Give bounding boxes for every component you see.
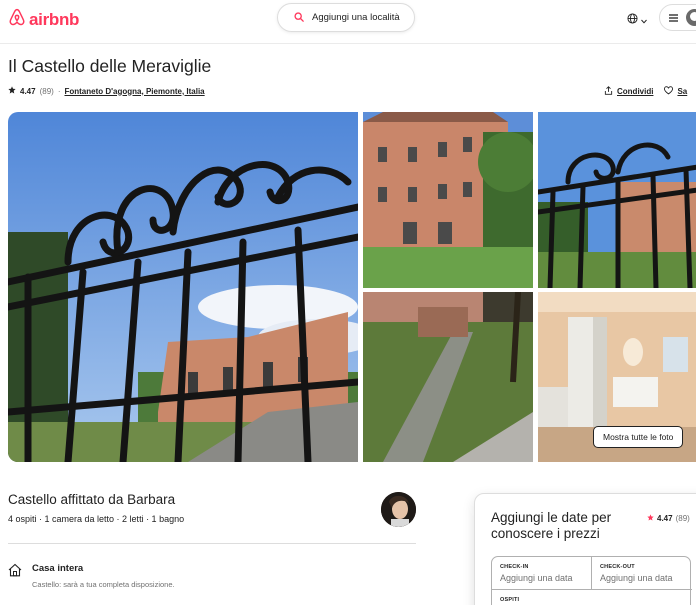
host-avatar[interactable] bbox=[381, 492, 416, 527]
booking-rating: 4.47 (89) bbox=[647, 514, 690, 523]
host-title: Castello affittato da Barbara bbox=[8, 492, 176, 507]
booking-reviews-count[interactable]: (89) bbox=[676, 514, 690, 523]
listing-actions: Condividi Sa bbox=[604, 86, 687, 97]
star-icon bbox=[647, 514, 654, 523]
airbnb-logo[interactable]: airbnb bbox=[8, 8, 79, 32]
save-button[interactable]: Sa bbox=[664, 86, 687, 97]
feature-description: Castello: sarà a tua completa disposizio… bbox=[32, 580, 175, 589]
booking-rating-value: 4.47 bbox=[657, 514, 673, 523]
checkout-field[interactable]: CHECK-OUT Aggiungi una data bbox=[592, 557, 692, 589]
photo-gate-detail[interactable] bbox=[538, 112, 696, 288]
user-menu-button[interactable] bbox=[659, 4, 696, 31]
separator: · bbox=[57, 86, 61, 96]
host-subtitle: 4 ospiti · 1 camera da letto · 2 letti ·… bbox=[8, 514, 185, 524]
guests-label: OSPITI bbox=[500, 597, 520, 603]
location-link[interactable]: Fontaneto D'agogna, Piemonte, Italia bbox=[64, 87, 204, 96]
listing-meta: 4.47 (89) · Fontaneto D'agogna, Piemonte… bbox=[8, 86, 205, 96]
share-label: Condividi bbox=[617, 87, 654, 96]
share-button[interactable]: Condividi bbox=[604, 86, 653, 97]
show-all-photos-button[interactable]: Mostra tutte le foto bbox=[593, 426, 684, 448]
booking-card: Aggiungi le date per conoscere i prezzi … bbox=[474, 493, 696, 605]
photo-gallery bbox=[8, 112, 696, 462]
search-label: Aggiungi una località bbox=[312, 12, 400, 23]
top-header: airbnb Aggiungi una località bbox=[0, 0, 696, 44]
photo-castle-facade[interactable] bbox=[363, 112, 533, 288]
feature-title: Casa intera bbox=[32, 563, 84, 574]
rating-value: 4.47 bbox=[20, 86, 36, 96]
reviews-count[interactable]: (89) bbox=[40, 87, 54, 96]
photo-main-gate[interactable] bbox=[8, 112, 358, 462]
listing-title: Il Castello delle Meraviglie bbox=[8, 56, 212, 76]
date-picker: CHECK-IN Aggiungi una data CHECK-OUT Agg… bbox=[491, 556, 692, 605]
hamburger-menu-icon bbox=[669, 9, 678, 27]
checkout-value: Aggiungi una data bbox=[600, 573, 673, 583]
home-icon bbox=[8, 563, 22, 589]
airbnb-logo-icon bbox=[8, 8, 26, 32]
photo-garden-path[interactable] bbox=[363, 292, 533, 462]
show-all-photos-label: Mostra tutte le foto bbox=[603, 432, 674, 442]
checkin-value: Aggiungi una data bbox=[500, 573, 573, 583]
star-icon bbox=[8, 86, 16, 96]
language-selector[interactable] bbox=[627, 11, 647, 29]
logo-text: airbnb bbox=[29, 10, 80, 29]
checkin-label: CHECK-IN bbox=[500, 564, 529, 570]
chevron-down-icon bbox=[641, 11, 647, 29]
user-avatar-icon bbox=[686, 9, 696, 26]
booking-title: Aggiungi le date per conoscere i prezzi bbox=[491, 510, 612, 541]
guests-field[interactable]: OSPITI bbox=[492, 589, 692, 605]
checkin-field[interactable]: CHECK-IN Aggiungi una data bbox=[492, 557, 592, 589]
search-bar[interactable]: Aggiungi una località bbox=[277, 3, 415, 32]
search-icon bbox=[294, 9, 304, 27]
feature-entire-home: Casa intera Castello: sarà a tua complet… bbox=[8, 563, 175, 589]
save-label: Sa bbox=[677, 87, 688, 96]
section-divider bbox=[8, 543, 416, 544]
share-icon bbox=[604, 86, 613, 97]
globe-icon bbox=[627, 11, 638, 29]
heart-icon bbox=[664, 86, 674, 97]
checkout-label: CHECK-OUT bbox=[600, 564, 635, 570]
